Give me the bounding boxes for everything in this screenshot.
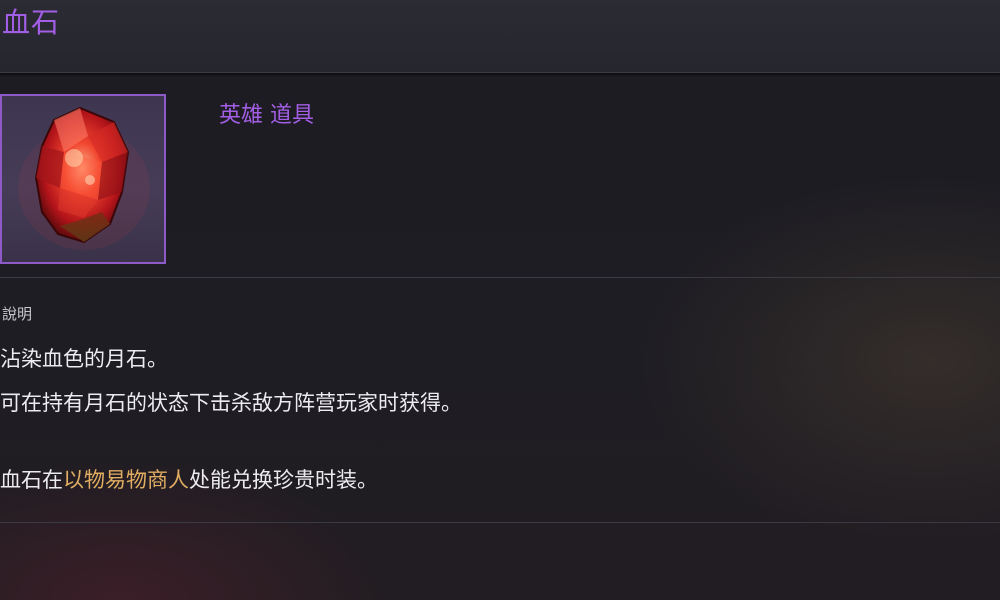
exchange-suffix: 处能兑换珍贵时装。 (189, 468, 378, 492)
description-line: 可在持有月石的状态下击杀敌方阵营玩家时获得。 (0, 391, 462, 415)
item-category: 英雄 道具 (219, 103, 314, 128)
merchant-name: 以物易物商人 (63, 468, 189, 492)
description-line: 沾染血色的月石。 (0, 347, 168, 371)
description-label: 說明 (2, 305, 33, 323)
item-tooltip-panel: 血石 英雄 道具 說明 沾染血色的月石。 可在持有月石的状态下击杀敌方阵营玩家时… (0, 0, 1000, 600)
title-bar: 血石 (0, 0, 1000, 73)
footer-divider (0, 522, 1000, 523)
item-name: 血石 (2, 6, 61, 39)
section-divider (0, 277, 1000, 278)
exchange-description: 血石在以物易物商人处能兑换珍贵时装。 (0, 466, 378, 494)
blood-stone-icon (18, 106, 150, 250)
item-icon-frame (0, 94, 166, 264)
exchange-prefix: 血石在 (0, 468, 63, 492)
title-divider (0, 73, 1000, 77)
